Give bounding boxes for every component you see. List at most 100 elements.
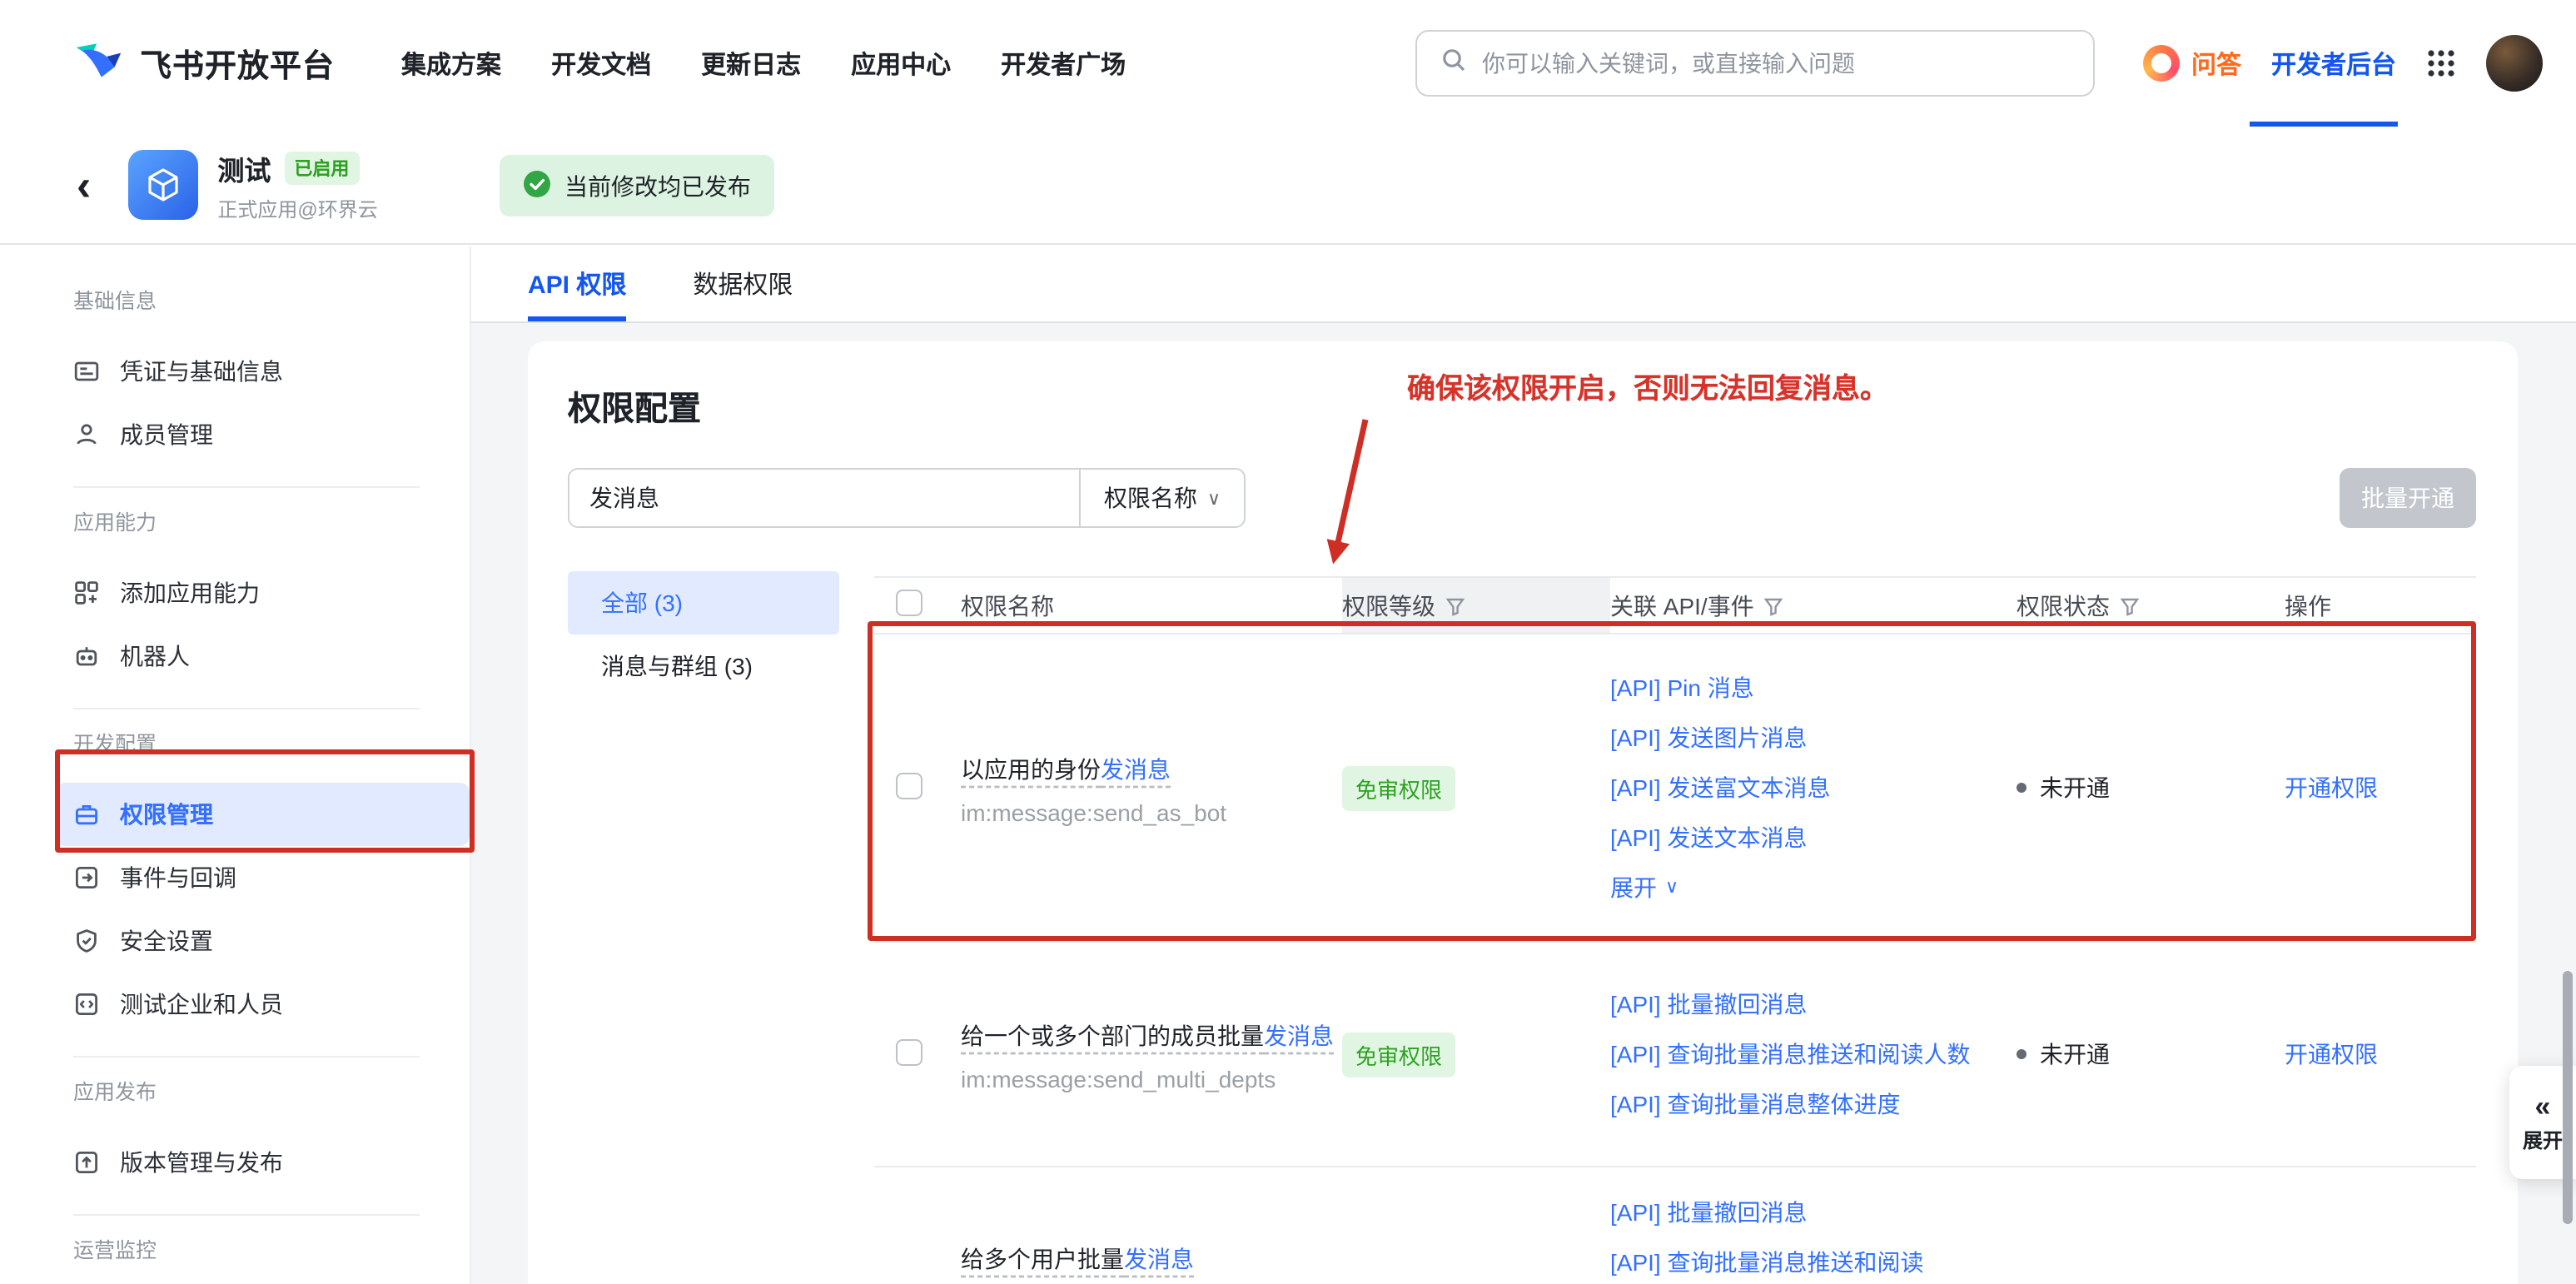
api-link[interactable]: [API] 查询批量消息整体进度 [1610, 1079, 2007, 1129]
table-row-send-as-bot: 以应用的身份发消息 im:message:send_as_bot 免审权限 [A… [874, 635, 2476, 943]
category-all[interactable]: 全部 (3) [568, 571, 839, 635]
grant-permission-link[interactable]: 开通权限 [2285, 774, 2378, 801]
api-link[interactable]: [API] Pin 消息 [1610, 663, 2007, 713]
vertical-scrollbar[interactable] [2563, 971, 2573, 1224]
code-box-icon [73, 991, 100, 1018]
filter-funnel-icon[interactable] [2120, 595, 2140, 615]
sidebar-divider [73, 486, 420, 488]
permission-name-highlight[interactable]: 发消息 [1101, 755, 1171, 782]
brand-name: 飞书开放平台 [140, 41, 335, 86]
status-dot [2017, 1049, 2026, 1059]
sidebar-item-bot[interactable]: 机器人 [0, 625, 470, 688]
sidebar-item-add-capability[interactable]: 添加应用能力 [0, 561, 470, 625]
main-content: API 权限 数据权限 权限配置 确保该权限开启，否则无法回复消息。 权限名称 … [471, 246, 2576, 1284]
shield-icon [73, 928, 100, 954]
release-icon [73, 1149, 100, 1176]
permission-card: 权限配置 确保该权限开启，否则无法回复消息。 权限名称 ∨ 批量开通 全部 (3… [528, 341, 2518, 1284]
permission-tabs: API 权限 数据权限 [471, 246, 2576, 323]
table-row-send-multi-depts: 给一个或多个部门的成员批量发消息 im:message:send_multi_d… [874, 943, 2476, 1167]
qa-entry[interactable]: 问答 [2143, 45, 2241, 82]
tab-data-permission[interactable]: 数据权限 [693, 246, 793, 321]
sidebar-item-events[interactable]: 事件与回调 [0, 846, 470, 909]
chevron-down-icon: ∨ [1207, 487, 1221, 509]
col-related-api: 关联 API/事件 [1610, 589, 1754, 622]
sidebar-item-members[interactable]: 成员管理 [0, 403, 470, 466]
api-link[interactable]: [API] 发送文本消息 [1610, 813, 2007, 863]
col-action: 操作 [2285, 589, 2331, 622]
grant-permission-link[interactable]: 开通权限 [2285, 1041, 2378, 1068]
table-header: 权限名称 权限等级 关联 API/事件 权限状态 操作 [874, 576, 2476, 635]
apps-grid-icon[interactable] [2426, 48, 2456, 78]
search-type-select[interactable]: 权限名称 ∨ [1079, 470, 1244, 526]
add-capability-icon [73, 580, 100, 606]
level-badge: 免审权限 [1342, 1032, 1455, 1077]
navbar-right: 问答 开发者后台 [2143, 0, 2543, 127]
developer-console-link[interactable]: 开发者后台 [2271, 46, 2396, 81]
feishu-logo-icon [73, 34, 123, 92]
permission-name: 给多个用户批量发消息 [961, 1241, 1342, 1277]
back-button[interactable]: ‹ [77, 163, 91, 207]
sidebar-item-permissions[interactable]: 权限管理 [55, 783, 470, 846]
avatar[interactable] [2486, 35, 2543, 92]
sidebar-section-monitor: 运营监控 [73, 1236, 470, 1266]
permission-name-highlight[interactable]: 发消息 [1124, 1246, 1194, 1272]
sidebar-item-test-org[interactable]: 测试企业和人员 [0, 973, 470, 1036]
chevron-down-icon: ∨ [1665, 869, 1678, 906]
status-dot [2017, 783, 2026, 793]
sidebar-divider [73, 1056, 420, 1058]
sidebar-divider [73, 1214, 420, 1216]
sidebar: 基础信息 凭证与基础信息 成员管理 应用能力 添加应用能力 机器人 开发配置 权… [0, 246, 471, 1284]
nav-item-changelog[interactable]: 更新日志 [701, 46, 801, 81]
permission-icon [73, 801, 100, 828]
header-checkbox[interactable] [896, 590, 922, 616]
nav-item-integration[interactable]: 集成方案 [401, 46, 501, 81]
tab-api-permission[interactable]: API 权限 [528, 246, 626, 321]
bulk-grant-button[interactable]: 批量开通 [2340, 468, 2476, 528]
api-link[interactable]: [API] 发送富文本消息 [1610, 763, 2007, 813]
app-meta: 测试 已启用 正式应用@环界云 [217, 147, 377, 222]
permission-name-highlight[interactable]: 发消息 [1264, 1022, 1334, 1048]
filter-funnel-icon[interactable] [1764, 595, 1784, 615]
search-input[interactable] [1482, 50, 2070, 77]
global-search[interactable] [1415, 30, 2095, 97]
sidebar-item-version-release[interactable]: 版本管理与发布 [0, 1131, 470, 1194]
col-permission-status: 权限状态 [2017, 589, 2110, 622]
app-icon [127, 150, 197, 220]
publish-status-text: 当前修改均已发布 [564, 169, 751, 202]
permission-search-group: 权限名称 ∨ [568, 468, 1246, 528]
brand[interactable]: 飞书开放平台 [73, 34, 335, 92]
publish-status-banner: 当前修改均已发布 [500, 155, 774, 216]
permission-scope: im:message:send_multi_depts [961, 1065, 1342, 1092]
level-badge: 免审权限 [1342, 765, 1455, 810]
annotation-text: 确保该权限开启，否则无法回复消息。 [1407, 365, 1888, 406]
api-link[interactable]: [API] 查询批量消息推送和阅读人数 [1610, 1029, 2007, 1079]
api-link[interactable]: [API] 发送图片消息 [1610, 713, 2007, 763]
sidebar-item-credentials[interactable]: 凭证与基础信息 [0, 340, 470, 403]
nav-item-dev-plaza[interactable]: 开发者广场 [1001, 46, 1126, 81]
sidebar-item-security[interactable]: 安全设置 [0, 909, 470, 973]
category-message-group[interactable]: 消息与群组 (3) [568, 635, 839, 698]
qa-icon [2143, 45, 2180, 82]
app-subtitle: 正式应用@环界云 [217, 194, 377, 222]
sidebar-section-devconfig: 开发配置 [73, 729, 470, 759]
filter-funnel-icon[interactable] [1445, 595, 1465, 615]
nav-item-app-center[interactable]: 应用中心 [851, 46, 951, 81]
row-checkbox[interactable] [896, 1038, 922, 1065]
page-title: 权限配置 [568, 381, 701, 430]
nav-item-docs[interactable]: 开发文档 [551, 46, 651, 81]
search-icon [1440, 46, 1467, 81]
expand-panel-label: 展开 [2523, 1125, 2563, 1153]
api-link[interactable]: [API] 批量撤回消息 [1610, 979, 2007, 1029]
event-callback-icon [73, 864, 100, 891]
enabled-badge: 已启用 [284, 151, 359, 184]
active-nav-underline [2250, 122, 2398, 127]
api-link[interactable]: [API] 批量撤回消息 [1610, 1187, 2007, 1237]
app-name: 测试 [217, 147, 271, 187]
id-card-icon [73, 358, 100, 385]
robot-icon [73, 643, 100, 669]
expand-api-list-link[interactable]: 展开 ∨ [1610, 863, 2007, 913]
row-checkbox[interactable] [896, 772, 922, 799]
members-icon [73, 421, 100, 448]
api-link[interactable]: [API] 查询批量消息推送和阅读 [1610, 1237, 2007, 1284]
permission-search-input[interactable] [569, 470, 1079, 526]
